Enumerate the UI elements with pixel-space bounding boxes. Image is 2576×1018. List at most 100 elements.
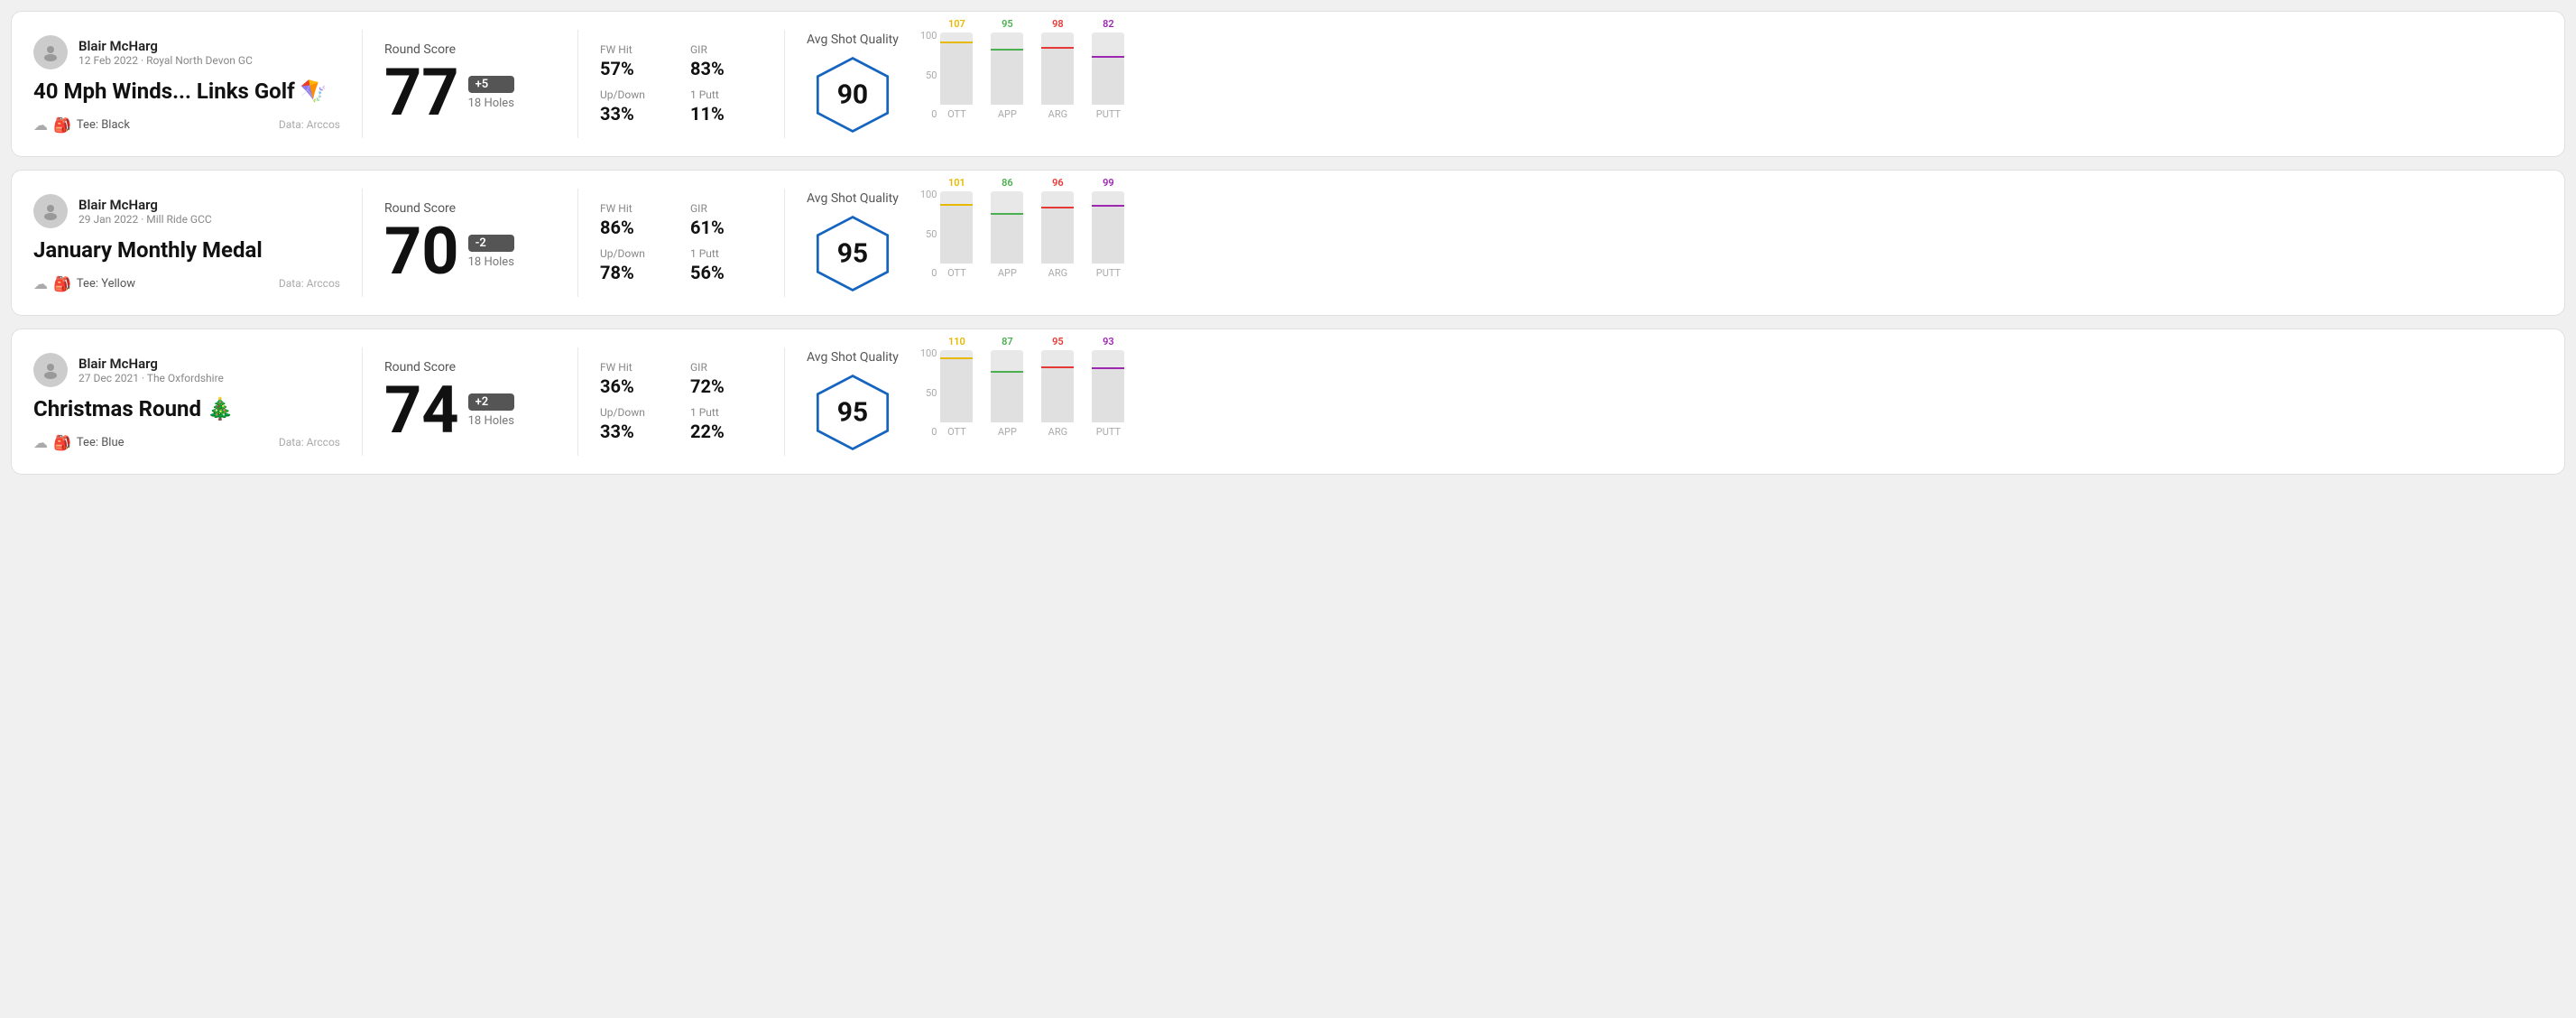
hex-score: 95 bbox=[837, 238, 868, 270]
bar-x-label: PUTT bbox=[1096, 267, 1121, 279]
chart-outer: 100500101OTT86APP96ARG99PUTT bbox=[920, 189, 2543, 297]
stats-grid: FW Hit86%GIR61%Up/Down78%1 Putt56% bbox=[600, 202, 762, 283]
bar-wrapper bbox=[1041, 32, 1074, 105]
bar-group-1: 86APP bbox=[991, 177, 1023, 279]
bag-icon: 🎒 bbox=[53, 434, 71, 451]
bar-chart-section: 100500107OTT95APP98ARG82PUTT bbox=[920, 30, 2543, 138]
bar-line bbox=[991, 213, 1023, 215]
bar-top-label: 98 bbox=[1052, 18, 1064, 30]
stat-value: 78% bbox=[600, 262, 672, 283]
data-source: Data: Arccos bbox=[279, 436, 340, 449]
bar-wrapper bbox=[991, 350, 1023, 422]
stat-item-2: Up/Down33% bbox=[600, 406, 672, 442]
tee-label: Tee: Black bbox=[77, 118, 130, 132]
bar-wrapper bbox=[940, 32, 973, 105]
bar-top-label: 110 bbox=[948, 336, 965, 347]
weather-icon: ☁ bbox=[33, 275, 48, 292]
stat-item-0: FW Hit36% bbox=[600, 361, 672, 397]
divider-1 bbox=[362, 30, 363, 138]
bar-fill bbox=[1041, 49, 1074, 105]
bar-group-1: 87APP bbox=[991, 336, 1023, 438]
hex-score: 95 bbox=[837, 397, 868, 429]
left-section: Blair McHarg12 Feb 2022 · Royal North De… bbox=[33, 35, 340, 134]
stat-name: GIR bbox=[690, 43, 762, 56]
tee-info: ☁ 🎒 Tee: Yellow bbox=[33, 275, 135, 292]
bar-wrapper bbox=[1041, 191, 1074, 264]
bar-wrapper bbox=[1092, 350, 1124, 422]
tee-info: ☁🎒Tee: Black bbox=[33, 116, 130, 134]
bar-line bbox=[1092, 56, 1124, 58]
tee-label: Tee: Blue bbox=[77, 436, 125, 449]
score-number: 74 bbox=[384, 378, 459, 443]
hexagon-container: 95 bbox=[807, 372, 899, 453]
stats-section: FW Hit57%GIR83%Up/Down33%1 Putt11% bbox=[600, 43, 762, 125]
user-info: Blair McHarg12 Feb 2022 · Royal North De… bbox=[33, 35, 340, 69]
stat-value: 57% bbox=[600, 58, 672, 79]
bar-x-label: OTT bbox=[947, 267, 966, 279]
bag-icon: 🎒 bbox=[53, 116, 71, 134]
stats-grid: FW Hit57%GIR83%Up/Down33%1 Putt11% bbox=[600, 43, 762, 125]
bar-group-2: 95ARG bbox=[1041, 336, 1074, 438]
divider-1 bbox=[362, 347, 363, 456]
hexagon: 90 bbox=[812, 54, 893, 135]
quality-label: Avg Shot Quality bbox=[807, 350, 899, 365]
bottom-row: ☁ 🎒 Tee: Blue Data: Arccos bbox=[33, 434, 340, 451]
stat-value: 61% bbox=[690, 217, 762, 238]
user-date: 12 Feb 2022 · Royal North Devon GC bbox=[78, 54, 253, 67]
stat-name: 1 Putt bbox=[690, 247, 762, 260]
bar-chart: 110OTT87APP95ARG93PUTT bbox=[940, 347, 1124, 456]
bar-line bbox=[940, 357, 973, 359]
bar-group-0: 101OTT bbox=[940, 177, 973, 279]
bar-line bbox=[1092, 205, 1124, 207]
bar-top-label: 87 bbox=[1002, 336, 1013, 347]
chart-outer: 100500107OTT95APP98ARG82PUTT bbox=[920, 30, 2543, 138]
stat-item-2: Up/Down 33% bbox=[600, 88, 672, 125]
divider-3 bbox=[784, 347, 785, 456]
round-card-3: Blair McHarg27 Dec 2021 · The Oxfordshir… bbox=[11, 329, 2565, 475]
bar-line bbox=[1041, 207, 1074, 208]
weather-icon: ☁ bbox=[33, 434, 48, 451]
score-row: 77+518 Holes bbox=[384, 60, 556, 125]
bar-group-0: 110 OTT bbox=[940, 336, 973, 438]
score-badge: +5 bbox=[468, 76, 514, 93]
bar-x-label: OTT bbox=[947, 108, 966, 120]
stat-name: FW Hit bbox=[600, 43, 672, 56]
score-badge-col: +218 Holes bbox=[468, 393, 514, 428]
stat-item-2: Up/Down78% bbox=[600, 247, 672, 283]
tee-label: Tee: Yellow bbox=[77, 277, 135, 291]
tee-info: ☁ 🎒 Tee: Blue bbox=[33, 434, 125, 451]
bar-group-3: 93PUTT bbox=[1092, 336, 1124, 438]
stat-name: FW Hit bbox=[600, 361, 672, 374]
bar-x-label: PUTT bbox=[1096, 108, 1121, 120]
bar-group-2: 96ARG bbox=[1041, 177, 1074, 279]
stats-section: FW Hit36%GIR72%Up/Down33%1 Putt22% bbox=[600, 361, 762, 442]
score-badge-col: -218 Holes bbox=[468, 235, 514, 269]
bottom-row: ☁🎒Tee: BlackData: Arccos bbox=[33, 116, 340, 134]
bar-chart-section: 100500110OTT87APP95ARG93PUTT bbox=[920, 347, 2543, 456]
stat-name: Up/Down bbox=[600, 88, 672, 101]
stat-item-0: FW Hit 57% bbox=[600, 43, 672, 79]
stat-item-1: GIR72% bbox=[690, 361, 762, 397]
hexagon: 95 bbox=[812, 372, 893, 453]
y-label: 50 bbox=[920, 69, 937, 81]
bag-icon: 🎒 bbox=[53, 275, 71, 292]
y-label: 100 bbox=[920, 189, 937, 200]
bar-x-label: PUTT bbox=[1096, 426, 1121, 438]
bar-wrapper bbox=[940, 350, 973, 422]
y-labels: 100500 bbox=[920, 189, 937, 279]
bar-group-3: 82PUTT bbox=[1092, 18, 1124, 120]
bar-fill bbox=[1041, 208, 1074, 264]
quality-left: Avg Shot Quality 95 bbox=[807, 191, 899, 294]
bar-line bbox=[1092, 367, 1124, 369]
y-label: 50 bbox=[920, 387, 937, 399]
bar-x-label: OTT bbox=[947, 426, 966, 438]
score-section: Round Score70-218 Holes bbox=[384, 201, 556, 284]
stat-value: 33% bbox=[600, 103, 672, 125]
avatar bbox=[33, 194, 68, 228]
stat-value: 11% bbox=[690, 103, 762, 125]
user-name: Blair McHarg bbox=[78, 356, 224, 372]
bar-fill bbox=[940, 206, 973, 264]
bar-line bbox=[940, 204, 973, 206]
bar-top-label: 107 bbox=[948, 18, 965, 30]
score-section: Round Score74+218 Holes bbox=[384, 360, 556, 443]
